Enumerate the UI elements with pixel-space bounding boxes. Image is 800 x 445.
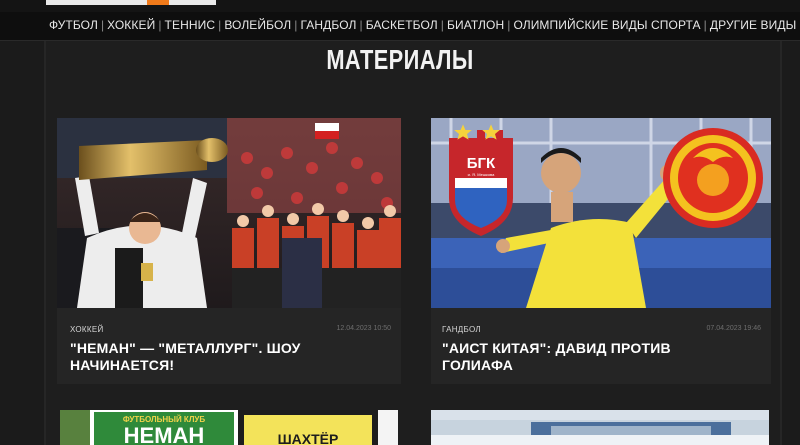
nav-item-7[interactable]: ОЛИМПИЙСКИЕ ВИДЫ СПОРТА: [513, 18, 700, 32]
nav-item-5[interactable]: БАСКЕТБОЛ: [366, 18, 438, 32]
nav-separator: |: [440, 18, 444, 32]
nav-item-0[interactable]: ФУТБОЛ: [49, 18, 98, 32]
article-category[interactable]: ГАНДБОЛ: [442, 325, 481, 334]
nav-separator: |: [100, 18, 105, 32]
stadium-image[interactable]: [431, 410, 769, 445]
nav-separator: |: [218, 18, 222, 32]
article-card-handball[interactable]: БГК и. Я. Мешкова ГАНДБОЛ 07.04.2023 19:…: [431, 118, 771, 384]
right-rail: [780, 41, 782, 445]
site-logo[interactable]: [46, 0, 216, 5]
hockey-photo: [57, 118, 401, 308]
nav-separator: |: [294, 18, 298, 32]
logo-accent: [147, 0, 169, 5]
nav-separator: |: [359, 18, 363, 32]
article-headline[interactable]: "АИСТ КИТАЯ": ДАВИД ПРОТИВ ГОЛИАФА: [442, 340, 742, 374]
bgk-logo-text: БГК: [467, 155, 496, 172]
bgk-logo-sub: и. Я. Мешкова: [468, 172, 495, 177]
neman-shakhter-image[interactable]: ФУТБОЛЬНЫЙ КЛУБ НЕМАН ШАХТЁР: [60, 410, 398, 445]
article-category[interactable]: ХОККЕЙ: [70, 325, 104, 334]
nav-separator: |: [158, 18, 162, 32]
nav-item-1[interactable]: ХОККЕЙ: [107, 18, 155, 32]
nav-separator: |: [703, 18, 707, 32]
article-image[interactable]: БГК и. Я. Мешкова: [431, 118, 771, 308]
article-card-hockey[interactable]: ХОККЕЙ 12.04.2023 10:50 "НЕМАН" — "МЕТАЛ…: [57, 118, 401, 384]
nav-item-4[interactable]: ГАНДБОЛ: [300, 18, 356, 32]
article-date: 07.04.2023 19:46: [706, 325, 762, 332]
nav-item-2[interactable]: ТЕННИС: [165, 18, 216, 32]
article-card-neman-shakhter[interactable]: ФУТБОЛЬНЫЙ КЛУБ НЕМАН ШАХТЁР: [60, 410, 398, 445]
neman-logo-main: НЕМАН: [124, 423, 205, 445]
nav-item-6[interactable]: БИАТЛОН: [447, 18, 504, 32]
nav-list: ФУТБОЛ | ХОККЕЙ | ТЕННИС | ВОЛЕЙБОЛ | ГАНДБОЛ | БА…: [49, 18, 800, 32]
article-card-stadium[interactable]: [431, 410, 769, 445]
nav-separator: |: [507, 18, 511, 32]
section-title: МАТЕРИАЛЫ: [326, 44, 474, 75]
article-image[interactable]: [57, 118, 401, 308]
main-navigation: ФУТБОЛ | ХОККЕЙ | ТЕННИС | ВОЛЕЙБОЛ | ГАНДБОЛ | БА…: [0, 12, 800, 41]
handball-photo: БГК и. Я. Мешкова: [431, 118, 771, 308]
nav-item-3[interactable]: ВОЛЕЙБОЛ: [224, 18, 291, 32]
nav-item-8[interactable]: ДРУГИЕ ВИДЫ СПОРТА: [710, 18, 800, 32]
article-date: 12.04.2023 10:50: [336, 325, 392, 332]
article-headline[interactable]: "НЕМАН" — "МЕТАЛЛУРГ". ШОУ НАЧИНАЕТСЯ!: [70, 340, 370, 374]
shakhter-logo-text: ШАХТЁР: [278, 431, 339, 445]
